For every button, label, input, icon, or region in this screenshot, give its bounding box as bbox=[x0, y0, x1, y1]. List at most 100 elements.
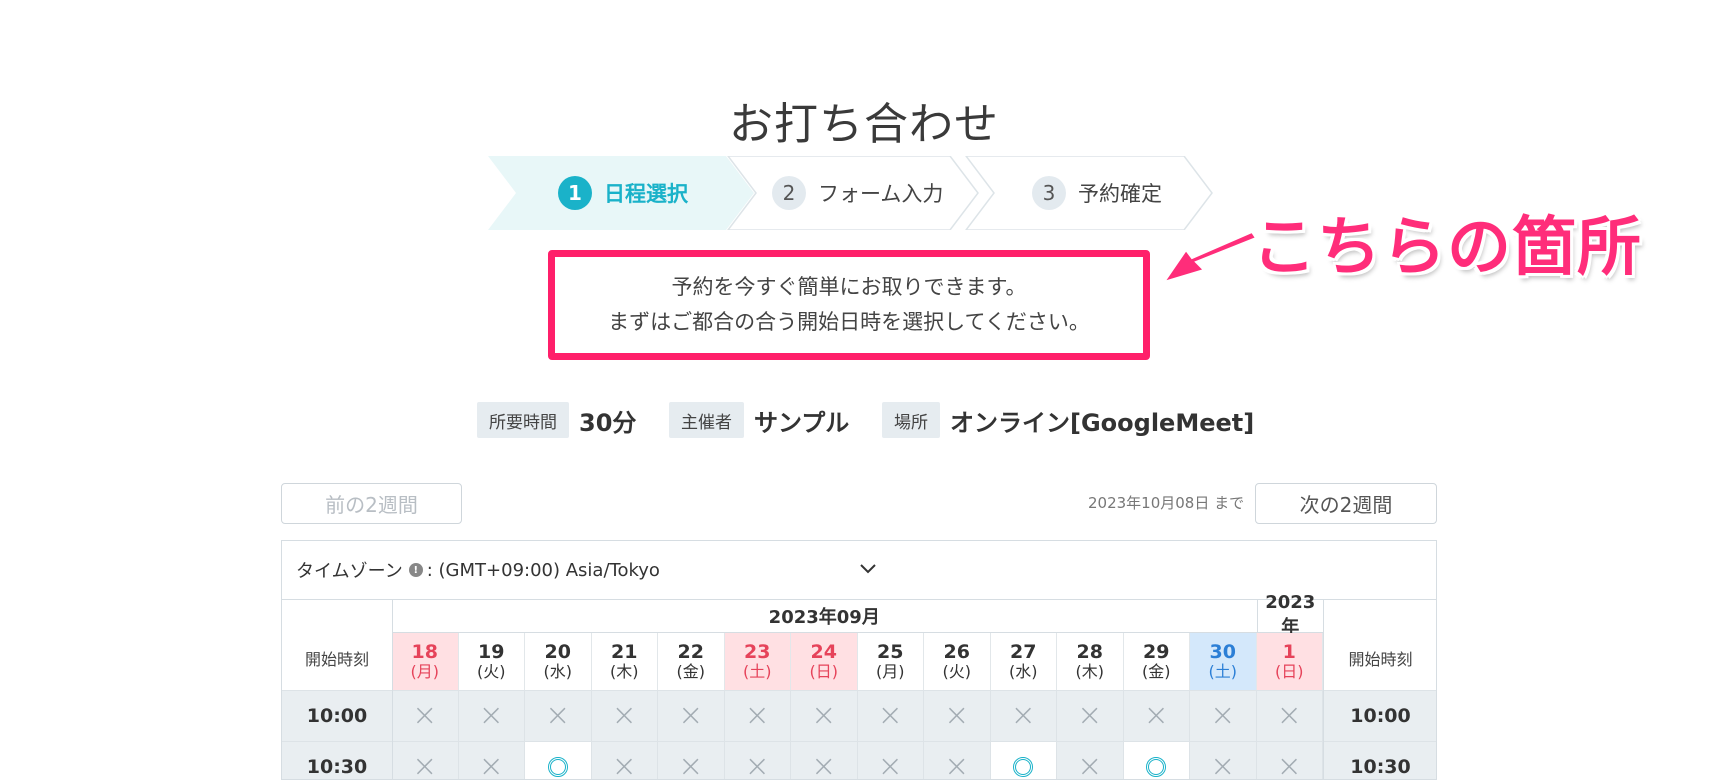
day-of-week: (木) bbox=[610, 661, 639, 681]
location-tag: 場所 bbox=[882, 402, 940, 438]
day-number: 22 bbox=[677, 640, 704, 663]
meta-duration: 所要時間 30分 bbox=[477, 400, 636, 440]
day-header: 20 (水) bbox=[525, 633, 592, 690]
unavailable-cross-icon: × bbox=[1077, 749, 1103, 780]
unavailable-cross-icon: × bbox=[412, 698, 438, 733]
day-of-week: (金) bbox=[676, 661, 706, 681]
day-of-week: (月) bbox=[876, 661, 905, 681]
unavailable-slot: × bbox=[857, 690, 924, 741]
unavailable-slot: × bbox=[1256, 690, 1323, 741]
page-title: お打ち合わせ bbox=[729, 99, 999, 150]
day-number: 1 bbox=[1282, 640, 1296, 663]
day-of-week: (火) bbox=[477, 661, 506, 681]
next-2-weeks-button[interactable]: 次の2週間 bbox=[1255, 483, 1437, 524]
available-slot[interactable] bbox=[990, 741, 1057, 779]
day-of-week: (木) bbox=[1075, 661, 1105, 681]
step-3-number: 3 bbox=[1032, 176, 1066, 210]
day-header: 27 (水) bbox=[990, 633, 1057, 690]
unavailable-cross-icon: × bbox=[944, 698, 970, 733]
available-circle-icon bbox=[1146, 757, 1167, 777]
day-number: 28 bbox=[1076, 640, 1103, 663]
meta-host: 主催者 サンプル bbox=[669, 400, 849, 440]
duration-tag: 所要時間 bbox=[477, 402, 569, 438]
day-header: 19 (火) bbox=[458, 633, 525, 690]
unavailable-cross-icon: × bbox=[1010, 698, 1036, 733]
day-number: 23 bbox=[744, 640, 771, 663]
day-number: 24 bbox=[810, 640, 837, 663]
unavailable-slot: × bbox=[724, 690, 791, 741]
day-of-week: (日) bbox=[1275, 661, 1304, 681]
day-number: 21 bbox=[611, 640, 638, 663]
available-slot[interactable] bbox=[525, 741, 592, 779]
available-slot[interactable] bbox=[1123, 741, 1190, 779]
start-time-header: 開始時刻 bbox=[1348, 649, 1413, 669]
unavailable-cross-icon: × bbox=[678, 749, 704, 780]
unavailable-cross-icon: × bbox=[412, 749, 438, 780]
unavailable-slot: × bbox=[857, 741, 924, 779]
day-header: 26 (火) bbox=[924, 633, 991, 690]
host-tag: 主催者 bbox=[669, 402, 744, 438]
unavailable-slot: × bbox=[1123, 690, 1190, 741]
info-icon[interactable]: ! bbox=[408, 563, 423, 577]
day-number: 20 bbox=[544, 640, 571, 663]
unavailable-slot: × bbox=[658, 741, 725, 780]
time-label: 10:00 bbox=[1323, 690, 1436, 741]
day-of-week: (土) bbox=[743, 661, 772, 681]
calendar: タイムゾーン ! : (GMT+09:00) Asia/Tokyo 2023年0… bbox=[281, 540, 1437, 780]
step-3-label: 予約確定 bbox=[1078, 182, 1162, 206]
intro-line-1: 予約を今すぐ簡単にお取りできます。 bbox=[671, 275, 1027, 299]
day-header: 18 (月) bbox=[392, 633, 459, 690]
day-number: 30 bbox=[1209, 640, 1236, 663]
day-number: 18 bbox=[411, 640, 438, 663]
timezone-label: タイムゾーン bbox=[296, 561, 403, 582]
step-2-label: フォーム入力 bbox=[818, 182, 944, 206]
available-circle-icon bbox=[547, 757, 568, 777]
step-indicator: 1 日程選択 2 フォーム入力 3 予約確定 bbox=[488, 156, 1228, 230]
day-header: 25 (月) bbox=[857, 633, 924, 690]
unavailable-cross-icon: × bbox=[1077, 698, 1103, 733]
unavailable-cross-icon: × bbox=[545, 698, 571, 733]
unavailable-slot: × bbox=[1190, 690, 1257, 741]
chevron-down-icon[interactable] bbox=[858, 559, 878, 579]
day-header: 29 (金) bbox=[1123, 633, 1190, 690]
unavailable-cross-icon: × bbox=[611, 698, 637, 733]
day-number: 29 bbox=[1143, 640, 1170, 663]
unavailable-cross-icon: × bbox=[1210, 749, 1236, 780]
available-circle-icon bbox=[1013, 757, 1034, 777]
day-of-week: (土) bbox=[1208, 661, 1238, 681]
day-of-week: (水) bbox=[1009, 661, 1038, 681]
day-number: 26 bbox=[943, 640, 970, 663]
unavailable-cross-icon: × bbox=[944, 749, 970, 780]
step-3: 3 予約確定 bbox=[1032, 156, 1162, 230]
unavailable-slot: × bbox=[924, 690, 991, 741]
unavailable-slot: × bbox=[458, 741, 525, 779]
unavailable-cross-icon: × bbox=[478, 698, 504, 733]
prev-2-weeks-button[interactable]: 前の2週間 bbox=[281, 483, 462, 524]
day-of-week: (金) bbox=[1142, 661, 1171, 681]
duration-value: 30分 bbox=[579, 408, 637, 437]
unavailable-slot: × bbox=[724, 741, 791, 780]
meta-location: 場所 オンライン[GoogleMeet] bbox=[882, 400, 1254, 440]
day-header: 23 (土) bbox=[724, 633, 791, 690]
unavailable-slot: × bbox=[990, 690, 1057, 741]
unavailable-cross-icon: × bbox=[1210, 698, 1236, 733]
annotation-arrow-icon bbox=[1161, 230, 1258, 284]
day-number: 25 bbox=[877, 640, 904, 663]
unavailable-cross-icon: × bbox=[744, 749, 770, 780]
day-header: 21 (木) bbox=[591, 633, 658, 690]
unavailable-cross-icon: × bbox=[678, 698, 704, 733]
location-value: オンライン[GoogleMeet] bbox=[950, 408, 1255, 437]
time-label: 10:30 bbox=[1323, 741, 1436, 779]
unavailable-slot: × bbox=[1190, 741, 1257, 780]
day-header: 28 (木) bbox=[1057, 633, 1124, 690]
timezone-value: : (GMT+09:00) Asia/Tokyo bbox=[426, 559, 660, 581]
step-1: 1 日程選択 bbox=[558, 156, 688, 230]
day-number: 27 bbox=[1010, 640, 1037, 663]
unavailable-slot: × bbox=[1256, 741, 1323, 779]
day-header: 24 (日) bbox=[791, 633, 858, 690]
day-of-week: (月) bbox=[410, 661, 440, 681]
unavailable-slot: × bbox=[591, 741, 658, 779]
day-of-week: (水) bbox=[543, 661, 573, 681]
timezone-selector[interactable]: タイムゾーン ! : (GMT+09:00) Asia/Tokyo bbox=[296, 557, 660, 583]
unavailable-slot: × bbox=[392, 690, 459, 741]
